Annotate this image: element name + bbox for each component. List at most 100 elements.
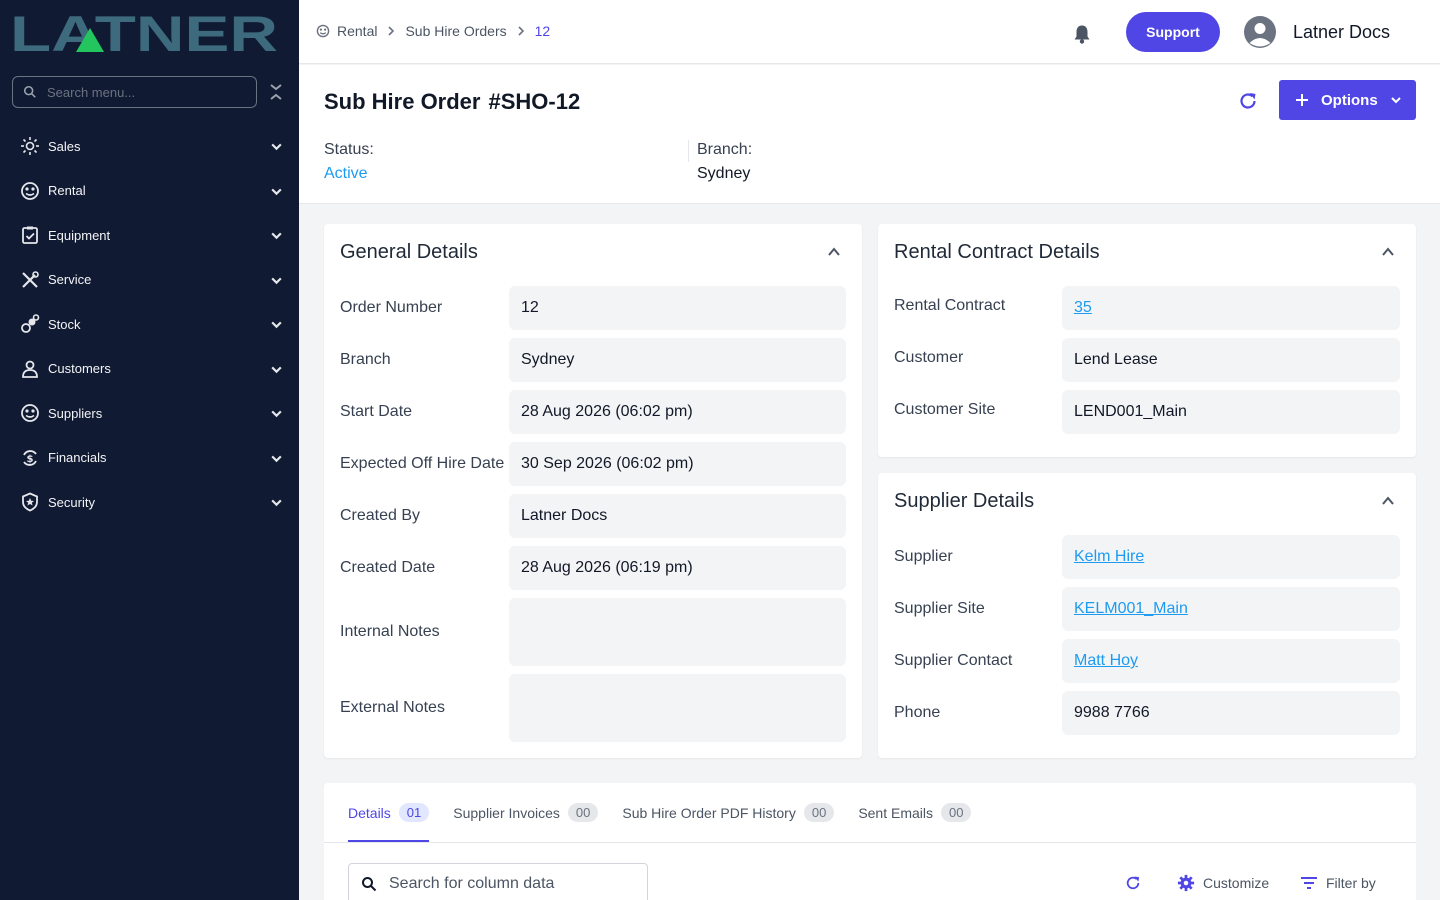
card-title: General Details (340, 241, 478, 263)
security-icon (19, 491, 41, 513)
customer-site-value: LEND001_Main (1062, 390, 1400, 434)
page-title: Sub Hire Order #SHO-12 (324, 89, 580, 115)
tab-count-badge: 00 (941, 803, 972, 822)
rental-contract-link[interactable]: 35 (1062, 286, 1400, 330)
sidebar-item-label: Security (48, 494, 95, 510)
sidebar-item-label: Financials (48, 450, 107, 466)
financials-icon: $ (19, 447, 41, 469)
suppliers-icon (19, 402, 41, 424)
tabs-panel: Details 01 Supplier Invoices 00 Sub Hire… (324, 783, 1416, 900)
page-title-text: Sub Hire Order (324, 89, 481, 114)
field-label: Expected Off Hire Date (340, 455, 505, 472)
sidebar-search[interactable] (12, 76, 257, 108)
tab-pdf-history[interactable]: Sub Hire Order PDF History 00 (622, 783, 835, 842)
refresh-icon (1126, 876, 1140, 890)
sidebar-item-customers[interactable]: Customers (0, 347, 299, 392)
options-button[interactable]: Options (1279, 80, 1416, 120)
field-label: Customer (894, 349, 964, 366)
sidebar-item-service[interactable]: Service (0, 258, 299, 303)
sidebar-item-rental[interactable]: Rental (0, 169, 299, 214)
status-label: Status: (324, 141, 374, 158)
internal-notes-value (509, 598, 846, 666)
sidebar-item-equipment[interactable]: Equipment (0, 213, 299, 258)
chevron-down-icon (271, 410, 282, 418)
rental-contract-details-card: Rental Contract Details Rental Contract … (878, 224, 1416, 457)
field-label: Supplier Site (894, 600, 985, 617)
equipment-icon (19, 224, 41, 246)
tab-count-badge: 00 (803, 803, 835, 822)
support-button[interactable]: Support (1126, 12, 1220, 52)
column-search-input[interactable] (389, 875, 629, 893)
sales-icon (19, 135, 41, 157)
card-title: Rental Contract Details (894, 241, 1100, 263)
chevron-up-icon[interactable] (1381, 494, 1395, 508)
breadcrumb-rental[interactable]: Rental (337, 23, 377, 39)
tab-count-badge: 01 (398, 803, 430, 822)
field-label: Rental Contract (894, 297, 1006, 314)
sidebar-item-stock[interactable]: Stock (0, 302, 299, 347)
chevron-up-icon[interactable] (1381, 245, 1395, 259)
created-by-value: Latner Docs (509, 494, 846, 538)
start-date-value: 28 Aug 2026 (06:02 pm) (509, 390, 846, 434)
chevron-down-icon (271, 232, 282, 240)
sidebar-item-security[interactable]: Security (0, 480, 299, 525)
supplier-site-link[interactable]: KELM001_Main (1062, 587, 1400, 631)
tab-bar: Details 01 Supplier Invoices 00 Sub Hire… (348, 783, 995, 842)
phone-value: 9988 7766 (1062, 691, 1400, 735)
column-search[interactable] (348, 863, 648, 900)
chevron-down-icon (271, 455, 282, 462)
topbar: Rental Sub Hire Orders 12 Support Latner… (299, 0, 1440, 64)
breadcrumb-sub-hire-orders[interactable]: Sub Hire Orders (405, 23, 506, 39)
tab-details[interactable]: Details 01 (348, 783, 430, 842)
tab-label: Sent Emails (858, 804, 934, 821)
user-icon (1249, 23, 1271, 47)
rental-icon (19, 180, 41, 202)
external-notes-value (509, 674, 846, 742)
field-label: Supplier Contact (894, 652, 1013, 669)
tab-supplier-invoices[interactable]: Supplier Invoices 00 (453, 783, 599, 842)
logo-graphic: LATNER (10, 12, 278, 54)
avatar[interactable] (1244, 16, 1276, 48)
filter-icon (1301, 877, 1317, 889)
svg-text:$: $ (27, 454, 34, 465)
order-number-value: 12 (509, 286, 846, 330)
stock-icon (19, 313, 41, 335)
order-code: #SHO-12 (488, 89, 581, 114)
expected-off-hire-date-value: 30 Sep 2026 (06:02 pm) (509, 442, 846, 486)
field-label: Start Date (340, 403, 413, 420)
table-refresh-button[interactable] (1124, 874, 1150, 892)
search-icon (23, 85, 36, 98)
refresh-icon[interactable] (1237, 90, 1259, 112)
field-label: External Notes (340, 699, 445, 716)
sidebar-search-input[interactable] (47, 84, 247, 100)
general-details-card: General Details Order Number 12 Branch S… (324, 224, 862, 758)
field-label: Order Number (340, 299, 443, 316)
field-label: Internal Notes (340, 623, 440, 640)
sidebar-item-financials[interactable]: $ Financials (0, 436, 299, 481)
branch-value: Sydney (509, 338, 846, 382)
supplier-contact-link[interactable]: Matt Hoy (1062, 639, 1400, 683)
latner-logo[interactable]: LATNER (10, 12, 280, 54)
field-label: Supplier (894, 548, 953, 565)
chevron-down-icon (271, 143, 282, 151)
field-label: Branch (340, 351, 391, 368)
status-value: Active (324, 165, 368, 182)
user-name[interactable]: Latner Docs (1293, 22, 1390, 43)
chevron-down-icon (271, 277, 282, 284)
card-title: Supplier Details (894, 490, 1035, 512)
supplier-link[interactable]: Kelm Hire (1062, 535, 1400, 579)
bell-icon[interactable] (1073, 24, 1091, 44)
collapse-sidebar-icon[interactable] (268, 83, 284, 101)
chevron-right-icon (518, 26, 524, 36)
sidebar-item-suppliers[interactable]: Suppliers (0, 391, 299, 436)
supplier-details-card: Supplier Details Supplier Kelm Hire Supp… (878, 473, 1416, 758)
field-label: Created By (340, 507, 421, 524)
created-date-value: 28 Aug 2026 (06:19 pm) (509, 546, 846, 590)
tab-sent-emails[interactable]: Sent Emails 00 (858, 783, 972, 842)
sidebar-item-sales[interactable]: Sales (0, 124, 299, 169)
tab-label: Sub Hire Order PDF History (622, 804, 796, 821)
chevron-up-icon[interactable] (827, 245, 841, 259)
filter-by-button[interactable]: Filter by (1300, 874, 1376, 892)
sidebar-item-label: Service (48, 272, 92, 288)
customize-button[interactable]: Customize (1177, 874, 1269, 892)
